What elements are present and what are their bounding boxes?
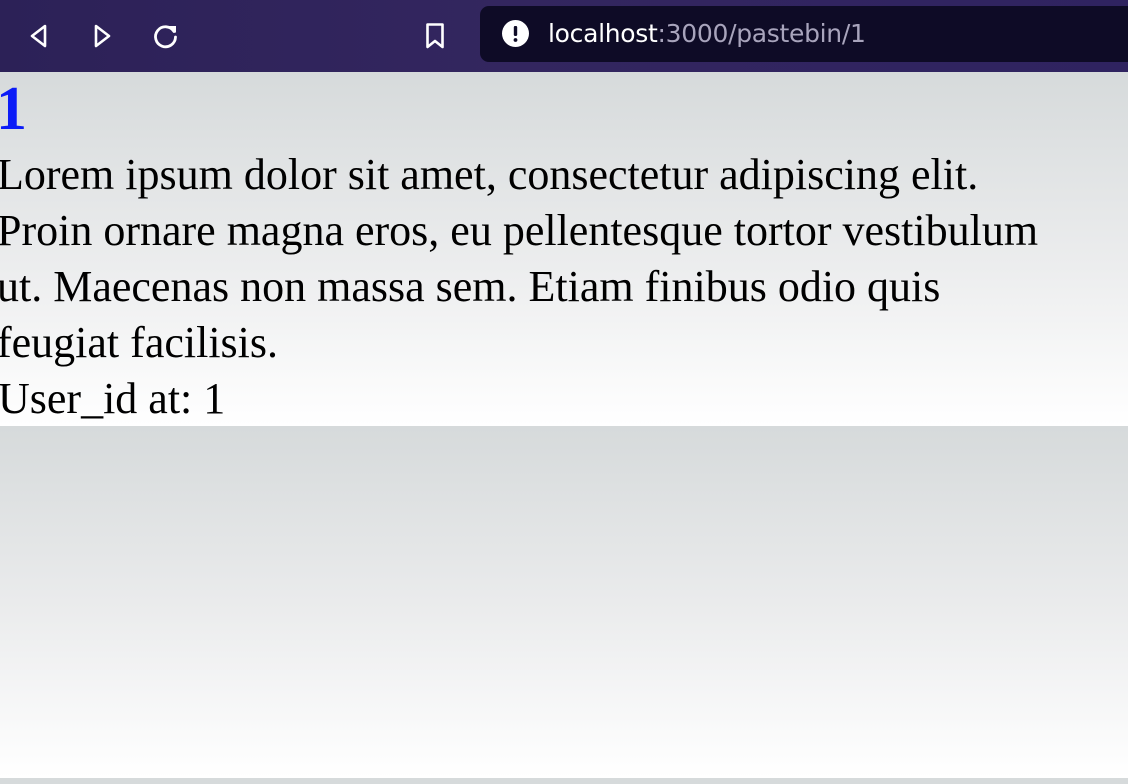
reload-button[interactable] bbox=[148, 18, 184, 54]
address-text[interactable]: localhost:3000/pastebin/1 bbox=[548, 19, 866, 49]
page-background bbox=[0, 426, 1128, 778]
paste-body-line: ut. Maecenas non massa sem. Etiam finibu… bbox=[0, 262, 941, 311]
forward-button[interactable] bbox=[84, 18, 120, 54]
url-host: localhost bbox=[548, 19, 658, 48]
paste-body-line: feugiat facilisis. bbox=[0, 318, 279, 367]
address-bar[interactable]: localhost:3000/pastebin/1 bbox=[480, 6, 1128, 62]
url-path: :3000/pastebin/1 bbox=[657, 19, 866, 48]
bookmark-button[interactable] bbox=[417, 18, 453, 54]
user-id-text: User_id at: 1 bbox=[0, 374, 226, 423]
forward-icon bbox=[94, 24, 111, 48]
back-button[interactable] bbox=[21, 18, 57, 54]
paste-body: Lorem ipsum dolor sit amet, consectetur … bbox=[0, 147, 1128, 371]
back-icon bbox=[30, 24, 47, 48]
info-icon[interactable] bbox=[502, 20, 529, 47]
paste-body-line: Lorem ipsum dolor sit amet, consectetur … bbox=[0, 150, 979, 199]
reload-icon bbox=[154, 25, 177, 49]
paste-body-line: Proin ornare magna eros, eu pellentesque… bbox=[0, 206, 1039, 255]
bottom-divider bbox=[0, 778, 1128, 784]
page-content: 1 Lorem ipsum dolor sit amet, consectetu… bbox=[0, 72, 1128, 426]
bookmark-icon bbox=[426, 23, 444, 49]
paste-title-link[interactable]: 1 bbox=[0, 76, 27, 142]
browser-toolbar: localhost:3000/pastebin/1 bbox=[0, 0, 1128, 72]
